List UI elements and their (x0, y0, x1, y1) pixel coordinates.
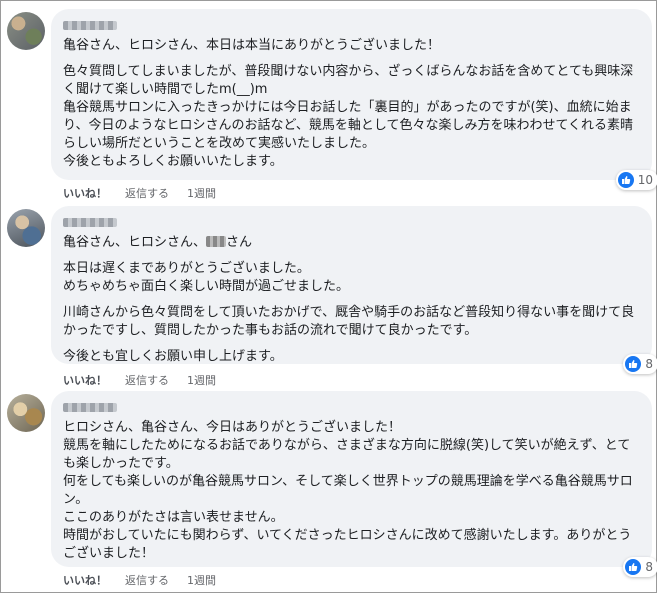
timestamp[interactable]: 1週間 (187, 572, 216, 588)
avatar[interactable] (7, 394, 45, 432)
reaction-summary[interactable]: 8 (623, 557, 657, 577)
comment-text: 亀谷競馬サロンに入ったきっかけには今日お話した「裏目的」があったのですが(笑)、… (63, 100, 634, 151)
comment-text: ここのありがたさは言い表せません。 (63, 510, 284, 525)
mention-suffix: さん (226, 235, 253, 250)
comment-bubble: 亀谷さん、ヒロシさん、 さん 本日は遅くまでありがとうございました。 めちゃめちゃ… (51, 206, 657, 374)
thumbs-up-icon (617, 172, 634, 188)
reaction-summary[interactable]: 8 (623, 354, 657, 374)
redacted-name (206, 236, 227, 247)
reaction-count: 8 (645, 357, 653, 371)
author-name-redacted[interactable] (63, 21, 117, 30)
comment-text: めちゃめちゃ面白く楽しい時間が過ごせました。 (63, 279, 350, 294)
comment-actions: いいね！ 返信する 1週間 (63, 185, 216, 201)
reply-link[interactable]: 返信する (125, 572, 169, 588)
author-name-redacted[interactable] (63, 218, 117, 227)
comment-actions: いいね！ 返信する 1週間 (63, 372, 216, 388)
comment-text: 色々質問してしまいましたが、普段聞けない内容から、ざっくばらんなお話を含めてとて… (63, 64, 634, 97)
thumbs-up-icon (625, 356, 642, 372)
comment-bubble: 亀谷さん、ヒロシさん、本日は本当にありがとうございました！ 色々質問してしまいま… (51, 9, 657, 190)
author-name-redacted[interactable] (63, 403, 117, 412)
comment-text: 競馬を軸にしたためになるお話でありながら、さまざまな方向に脱線(笑)して笑いが絶… (63, 438, 631, 471)
reaction-count: 8 (645, 560, 653, 574)
like-link[interactable]: いいね！ (63, 185, 107, 201)
avatar[interactable] (7, 12, 45, 50)
comment-text: 今後ともよろしくお願いいたします。 (63, 154, 283, 169)
comment-bubble: ヒロシさん、亀谷さん、今日はありがとうございました！ 競馬を軸にしたためになるお… (51, 391, 657, 577)
reply-link[interactable]: 返信する (125, 372, 169, 388)
comment-text: 川崎さんから色々質問をして頂いたおかげで、厩舎や騎手のお話など普段知り得ない事を… (63, 305, 635, 338)
comment-actions: いいね！ 返信する 1週間 (63, 572, 216, 588)
comment-text: 時間がおしていたにも関わらず、いてくださったヒロシさんに改めて感謝いたします。あ… (63, 528, 632, 561)
reaction-summary[interactable]: 10 (615, 170, 657, 190)
thumbs-up-icon (625, 559, 642, 575)
reaction-count: 10 (637, 173, 653, 187)
comment-text: 今後とも宜しくお願い申し上げます。 (63, 349, 283, 364)
comment-text: 本日は遅くまでありがとうございました。 (63, 261, 310, 276)
comment-text: 亀谷さん、ヒロシさん、 さん (63, 234, 640, 252)
comments-panel: 亀谷さん、ヒロシさん、本日は本当にありがとうございました！ 色々質問してしまいま… (0, 0, 657, 593)
timestamp[interactable]: 1週間 (187, 185, 216, 201)
reply-link[interactable]: 返信する (125, 185, 169, 201)
like-link[interactable]: いいね！ (63, 572, 107, 588)
mention-text: 亀谷さん、ヒロシさん、 (63, 235, 207, 250)
comment-text: ヒロシさん、亀谷さん、今日はありがとうございました！ (63, 420, 402, 435)
comment-text: 何をしても楽しいのが亀谷競馬サロン、そして楽しく世界トップの競馬理論を学べる亀谷… (63, 474, 633, 507)
comment-text: 亀谷さん、ヒロシさん、本日は本当にありがとうございました！ (63, 38, 441, 53)
avatar[interactable] (7, 209, 45, 247)
timestamp[interactable]: 1週間 (187, 372, 216, 388)
like-link[interactable]: いいね！ (63, 372, 107, 388)
